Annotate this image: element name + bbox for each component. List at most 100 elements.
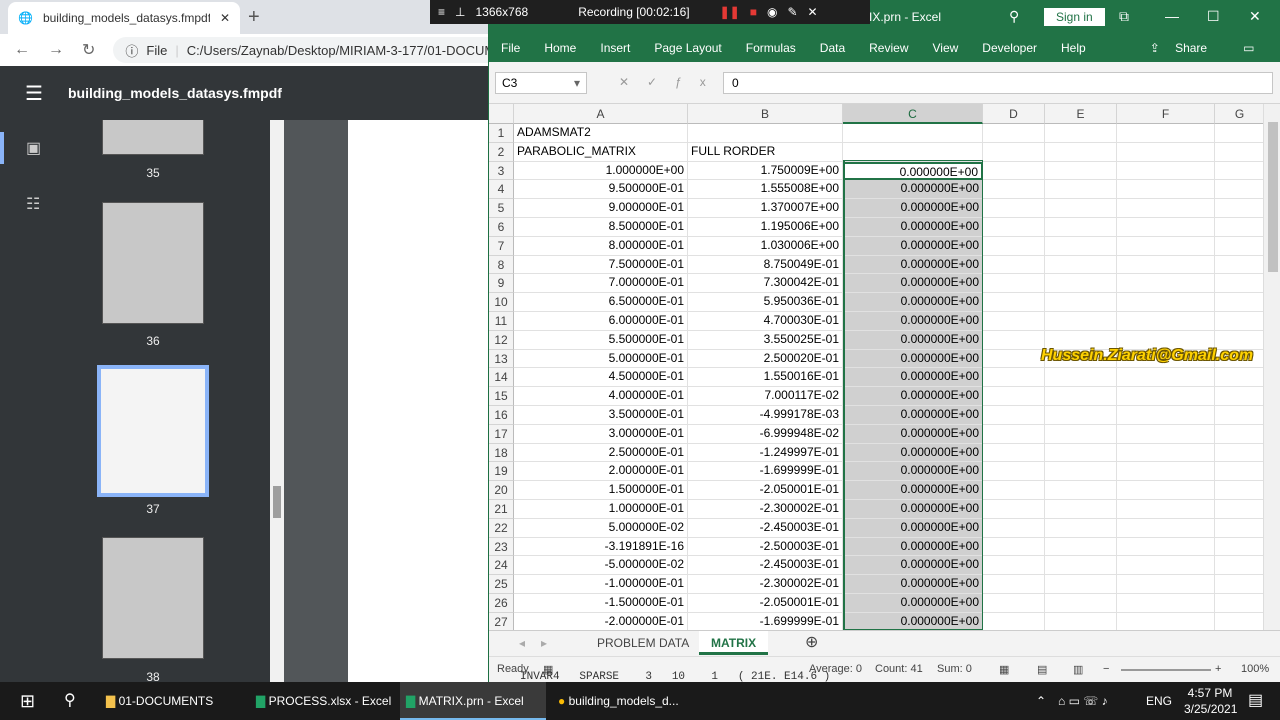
- empty-cell[interactable]: [1045, 161, 1117, 181]
- search-icon[interactable]: ⚲: [58, 682, 76, 720]
- reload-icon[interactable]: ↻: [82, 40, 95, 60]
- empty-cell[interactable]: [1215, 444, 1263, 463]
- empty-cell[interactable]: [1215, 124, 1263, 143]
- cell-c1[interactable]: [843, 124, 983, 143]
- taskbar-item-chrome[interactable]: ● building_models_d...: [552, 682, 698, 720]
- cell-a5[interactable]: 9.000000E-01: [514, 199, 688, 218]
- empty-cell[interactable]: [1045, 142, 1117, 162]
- empty-cell[interactable]: [1045, 180, 1117, 200]
- empty-cell[interactable]: [1045, 368, 1117, 388]
- empty-cell[interactable]: [983, 312, 1045, 331]
- empty-cell[interactable]: [1117, 274, 1215, 294]
- cell-a17[interactable]: 3.000000E-01: [514, 424, 688, 444]
- zoom-slider[interactable]: [1121, 669, 1211, 671]
- empty-cell[interactable]: [1215, 500, 1263, 519]
- empty-cell[interactable]: [1117, 124, 1215, 143]
- tray-chevron-icon[interactable]: ⌃: [1030, 682, 1046, 720]
- empty-cell[interactable]: [983, 424, 1045, 444]
- cell-a22[interactable]: 5.000000E-02: [514, 518, 688, 538]
- cell-a3[interactable]: 1.000000E+00: [514, 161, 688, 181]
- empty-cell[interactable]: [983, 293, 1045, 312]
- empty-cell[interactable]: [1117, 199, 1215, 218]
- empty-cell[interactable]: [1117, 218, 1215, 237]
- row-header[interactable]: 15: [489, 387, 514, 406]
- clock[interactable]: 4:57 PM 3/25/2021: [1178, 682, 1237, 720]
- empty-cell[interactable]: [983, 255, 1045, 275]
- cell-a24[interactable]: -5.000000E-02: [514, 556, 688, 576]
- cell-c19[interactable]: 0.000000E+00: [843, 462, 983, 482]
- pause-icon[interactable]: ❚❚: [720, 5, 740, 19]
- start-icon[interactable]: ⊞: [14, 682, 35, 720]
- sheet-tab-problem-data[interactable]: PROBLEM DATA: [585, 631, 701, 655]
- cell-a21[interactable]: 1.000000E-01: [514, 500, 688, 519]
- empty-cell[interactable]: [1215, 199, 1263, 218]
- empty-cell[interactable]: [1045, 481, 1117, 500]
- empty-cell[interactable]: [1045, 218, 1117, 237]
- empty-cell[interactable]: [1117, 481, 1215, 500]
- empty-cell[interactable]: [1045, 255, 1117, 275]
- row-header[interactable]: 8: [489, 255, 514, 275]
- cell-c10[interactable]: 0.000000E+00: [843, 293, 983, 312]
- close-icon[interactable]: ✕: [1249, 8, 1261, 25]
- cell-a2[interactable]: PARABOLIC_MATRIX: [514, 142, 688, 162]
- row-header[interactable]: 11: [489, 312, 514, 331]
- cell-b1[interactable]: [688, 124, 843, 143]
- cell-c27[interactable]: 0.000000E+00: [843, 612, 983, 630]
- cell-b2[interactable]: FULL RORDER: [688, 142, 843, 162]
- cell-c2[interactable]: [843, 142, 983, 162]
- cell-a19[interactable]: 2.000000E-01: [514, 462, 688, 482]
- empty-cell[interactable]: [983, 368, 1045, 388]
- empty-cell[interactable]: [1215, 368, 1263, 388]
- page-thumbnail-selected[interactable]: [97, 365, 209, 497]
- row-header[interactable]: 3: [489, 161, 514, 181]
- forward-icon[interactable]: →: [48, 41, 64, 59]
- row-header[interactable]: 5: [489, 199, 514, 218]
- empty-cell[interactable]: [983, 274, 1045, 294]
- cell-a14[interactable]: 4.500000E-01: [514, 368, 688, 388]
- empty-cell[interactable]: [983, 218, 1045, 237]
- empty-cell[interactable]: [983, 556, 1045, 576]
- cell-a10[interactable]: 6.500000E-01: [514, 293, 688, 312]
- empty-cell[interactable]: [1045, 537, 1117, 557]
- tray-icons[interactable]: ⌂ ▭ ☏ ♪: [1052, 682, 1108, 720]
- cell-c26[interactable]: 0.000000E+00: [843, 594, 983, 613]
- row-header[interactable]: 23: [489, 537, 514, 557]
- empty-cell[interactable]: [1117, 293, 1215, 312]
- cell-c24[interactable]: 0.000000E+00: [843, 556, 983, 576]
- zoom-in-icon[interactable]: +: [1215, 663, 1221, 675]
- empty-cell[interactable]: [983, 481, 1045, 500]
- cell-c4[interactable]: 0.000000E+00: [843, 180, 983, 200]
- page-break-view-icon[interactable]: ▥: [1073, 663, 1083, 676]
- empty-cell[interactable]: [1045, 274, 1117, 294]
- ribbon-tab-view[interactable]: View: [921, 41, 971, 55]
- row-header[interactable]: 13: [489, 349, 514, 369]
- empty-cell[interactable]: [1215, 406, 1263, 425]
- empty-cell[interactable]: [983, 500, 1045, 519]
- cell-b12[interactable]: 3.550025E-01: [688, 330, 843, 350]
- stop-icon[interactable]: ■: [750, 5, 757, 19]
- select-all-corner[interactable]: [489, 104, 514, 124]
- ribbon-tab-review[interactable]: Review: [857, 41, 920, 55]
- empty-cell[interactable]: [1117, 161, 1215, 181]
- cell-c9[interactable]: 0.000000E+00: [843, 274, 983, 294]
- empty-cell[interactable]: [1117, 387, 1215, 406]
- row-header[interactable]: 12: [489, 330, 514, 350]
- pin-icon[interactable]: ⊥: [455, 5, 465, 19]
- empty-cell[interactable]: [983, 612, 1045, 630]
- empty-cell[interactable]: [1045, 124, 1117, 143]
- zoom-level[interactable]: 100%: [1241, 663, 1269, 675]
- empty-cell[interactable]: [1117, 368, 1215, 388]
- cell-c18[interactable]: 0.000000E+00: [843, 443, 983, 463]
- cell-a7[interactable]: 8.000000E-01: [514, 236, 688, 256]
- cell-c3[interactable]: 0.000000E+00: [843, 161, 983, 181]
- cell-b26[interactable]: -2.050001E-01: [688, 594, 843, 613]
- minimize-icon[interactable]: —: [1165, 8, 1179, 24]
- empty-cell[interactable]: [1215, 519, 1263, 538]
- cell-a15[interactable]: 4.000000E-01: [514, 387, 688, 406]
- cell-c23[interactable]: 0.000000E+00: [843, 537, 983, 557]
- maximize-icon[interactable]: ☐: [1207, 8, 1220, 25]
- empty-cell[interactable]: [1215, 274, 1263, 294]
- empty-cell[interactable]: [1117, 236, 1215, 256]
- cell-a20[interactable]: 1.500000E-01: [514, 481, 688, 500]
- empty-cell[interactable]: [1117, 556, 1215, 576]
